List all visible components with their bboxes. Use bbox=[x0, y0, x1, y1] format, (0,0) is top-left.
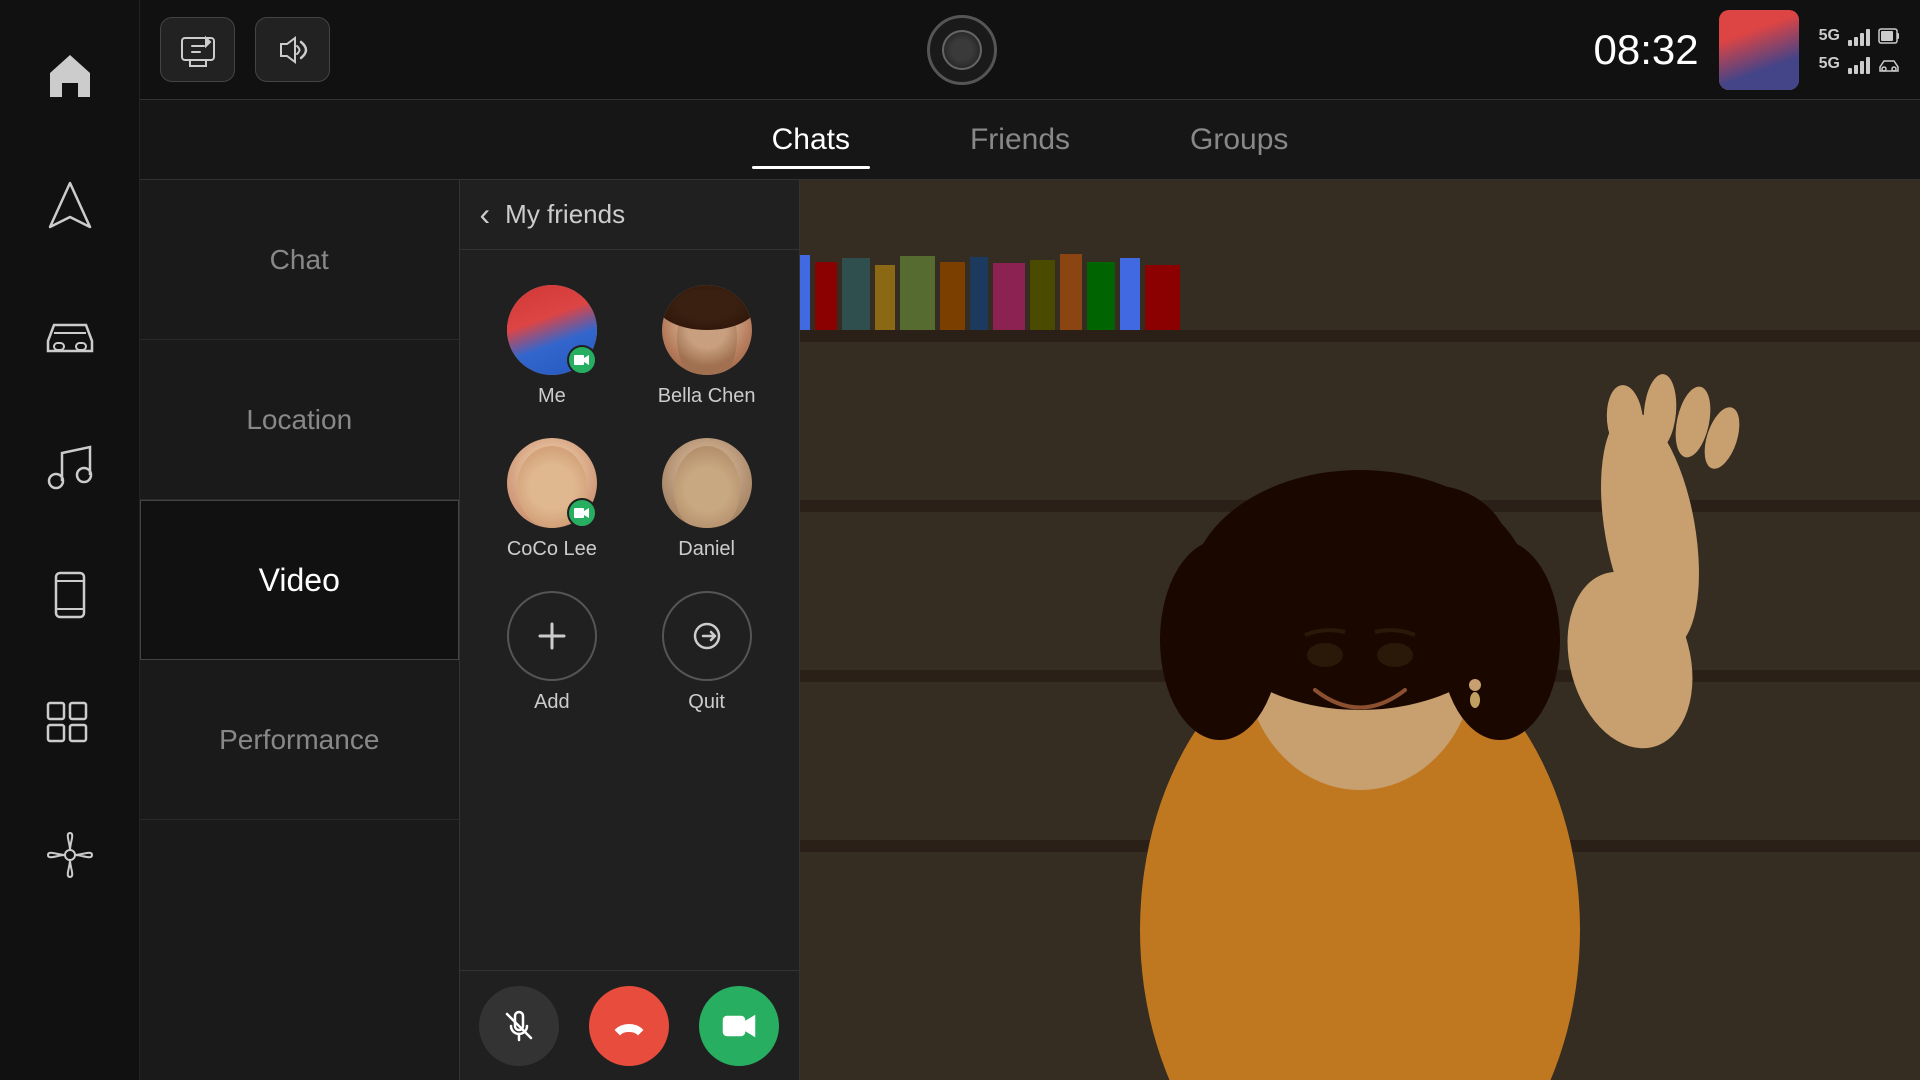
video-background bbox=[800, 180, 1920, 1080]
mute-button[interactable] bbox=[479, 986, 559, 1066]
quit-circle-button[interactable] bbox=[662, 591, 752, 681]
signal-indicators: 5G 5G bbox=[1819, 25, 1900, 75]
tab-chats[interactable]: Chats bbox=[752, 113, 870, 167]
sidebar-item-climate[interactable] bbox=[0, 790, 139, 920]
topbar-right: 08:32 5G 5G bbox=[1594, 10, 1900, 90]
topbar: 08:32 5G 5G bbox=[140, 0, 1920, 100]
phone-icon bbox=[40, 565, 100, 625]
sidebar-item-music[interactable] bbox=[0, 400, 139, 530]
nav-item-performance[interactable]: Performance bbox=[140, 660, 459, 820]
car-signal-icon bbox=[1878, 53, 1900, 75]
friend-avatar-me bbox=[507, 285, 597, 375]
alexa-button[interactable] bbox=[927, 15, 997, 85]
video-label: Video bbox=[259, 562, 340, 599]
volume-button[interactable] bbox=[255, 17, 330, 82]
nav-column: Chat Location Video Performance bbox=[140, 180, 460, 1080]
avatar-image bbox=[1719, 10, 1799, 90]
avatar-bella-img bbox=[662, 285, 752, 375]
navigation-icon bbox=[40, 175, 100, 235]
video-badge-coco bbox=[567, 498, 597, 528]
add-label: Add bbox=[534, 691, 570, 714]
share-button[interactable] bbox=[160, 17, 235, 82]
friend-avatar-bella bbox=[662, 285, 752, 375]
quit-icon bbox=[687, 616, 727, 656]
battery-icon bbox=[1878, 25, 1900, 47]
friend-item-daniel[interactable]: Daniel bbox=[629, 423, 784, 576]
home-icon bbox=[40, 45, 100, 105]
end-call-icon bbox=[611, 1008, 647, 1044]
left-panel: Chat Location Video Performance ‹ My fri… bbox=[140, 180, 800, 1080]
sidebar-item-car[interactable] bbox=[0, 270, 139, 400]
friends-title: My friends bbox=[505, 199, 625, 230]
tab-groups[interactable]: Groups bbox=[1170, 113, 1308, 167]
tab-bar: Chats Friends Groups bbox=[140, 100, 1920, 180]
alexa-indicator bbox=[942, 30, 982, 70]
tab-friends[interactable]: Friends bbox=[950, 113, 1090, 167]
car-icon bbox=[40, 305, 100, 365]
friends-panel: ‹ My friends bbox=[460, 180, 799, 1080]
music-icon bbox=[40, 435, 100, 495]
friend-avatar-daniel bbox=[662, 438, 752, 528]
mute-icon bbox=[501, 1008, 537, 1044]
back-button[interactable]: ‹ bbox=[480, 196, 491, 233]
nav-item-chat[interactable]: Chat bbox=[140, 180, 459, 340]
sidebar bbox=[0, 0, 140, 1080]
signal-row-2: 5G bbox=[1819, 53, 1900, 75]
friend-item-coco[interactable]: CoCo Lee bbox=[475, 423, 630, 576]
friends-grid: Me Bella Chen bbox=[460, 250, 799, 970]
sidebar-item-navigation[interactable] bbox=[0, 140, 139, 270]
friend-item-bella[interactable]: Bella Chen bbox=[629, 270, 784, 423]
signal-bar-2 bbox=[1848, 54, 1870, 74]
video-on-icon-me bbox=[574, 352, 590, 368]
bookshelf-bg bbox=[800, 180, 1920, 1080]
friend-name-me: Me bbox=[538, 385, 566, 408]
friends-header: ‹ My friends bbox=[460, 180, 799, 250]
signal-bar-1 bbox=[1848, 26, 1870, 46]
signal-5g-label: 5G bbox=[1819, 27, 1840, 45]
friend-item-add[interactable]: Add bbox=[475, 576, 630, 729]
content-area: Chat Location Video Performance ‹ My fri… bbox=[140, 180, 1920, 1080]
user-avatar-thumb[interactable] bbox=[1719, 10, 1799, 90]
volume-icon bbox=[273, 30, 313, 70]
quit-label: Quit bbox=[688, 691, 725, 714]
call-controls bbox=[460, 970, 799, 1080]
friend-name-coco: CoCo Lee bbox=[507, 538, 597, 561]
signal-5g-label-2: 5G bbox=[1819, 55, 1840, 73]
chat-label: Chat bbox=[270, 244, 329, 276]
fan-icon bbox=[40, 825, 100, 885]
avatar-daniel-img bbox=[662, 438, 752, 528]
main-content: 08:32 5G 5G bbox=[140, 0, 1920, 1080]
video-badge-me bbox=[567, 345, 597, 375]
friend-name-daniel: Daniel bbox=[678, 538, 735, 561]
video-call-button[interactable] bbox=[699, 986, 779, 1066]
sidebar-item-apps[interactable] bbox=[0, 660, 139, 790]
clock-display: 08:32 bbox=[1594, 26, 1699, 74]
apps-icon bbox=[40, 695, 100, 755]
location-label: Location bbox=[246, 404, 352, 436]
performance-label: Performance bbox=[219, 724, 379, 756]
sidebar-item-home[interactable] bbox=[0, 10, 139, 140]
topbar-center bbox=[350, 15, 1574, 85]
nav-item-video[interactable]: Video bbox=[140, 500, 459, 660]
friend-item-me[interactable]: Me bbox=[475, 270, 630, 423]
nav-item-location[interactable]: Location bbox=[140, 340, 459, 500]
friend-avatar-coco bbox=[507, 438, 597, 528]
video-call-area bbox=[800, 180, 1920, 1080]
friend-name-bella: Bella Chen bbox=[658, 385, 756, 408]
add-icon bbox=[532, 616, 572, 656]
share-icon bbox=[178, 30, 218, 70]
sidebar-item-phone[interactable] bbox=[0, 530, 139, 660]
bookshelf-svg bbox=[800, 180, 1920, 1080]
signal-row-1: 5G bbox=[1819, 25, 1900, 47]
video-on-icon-coco bbox=[574, 505, 590, 521]
friend-item-quit[interactable]: Quit bbox=[629, 576, 784, 729]
add-circle-button[interactable] bbox=[507, 591, 597, 681]
video-icon bbox=[721, 1008, 757, 1044]
end-call-button[interactable] bbox=[589, 986, 669, 1066]
